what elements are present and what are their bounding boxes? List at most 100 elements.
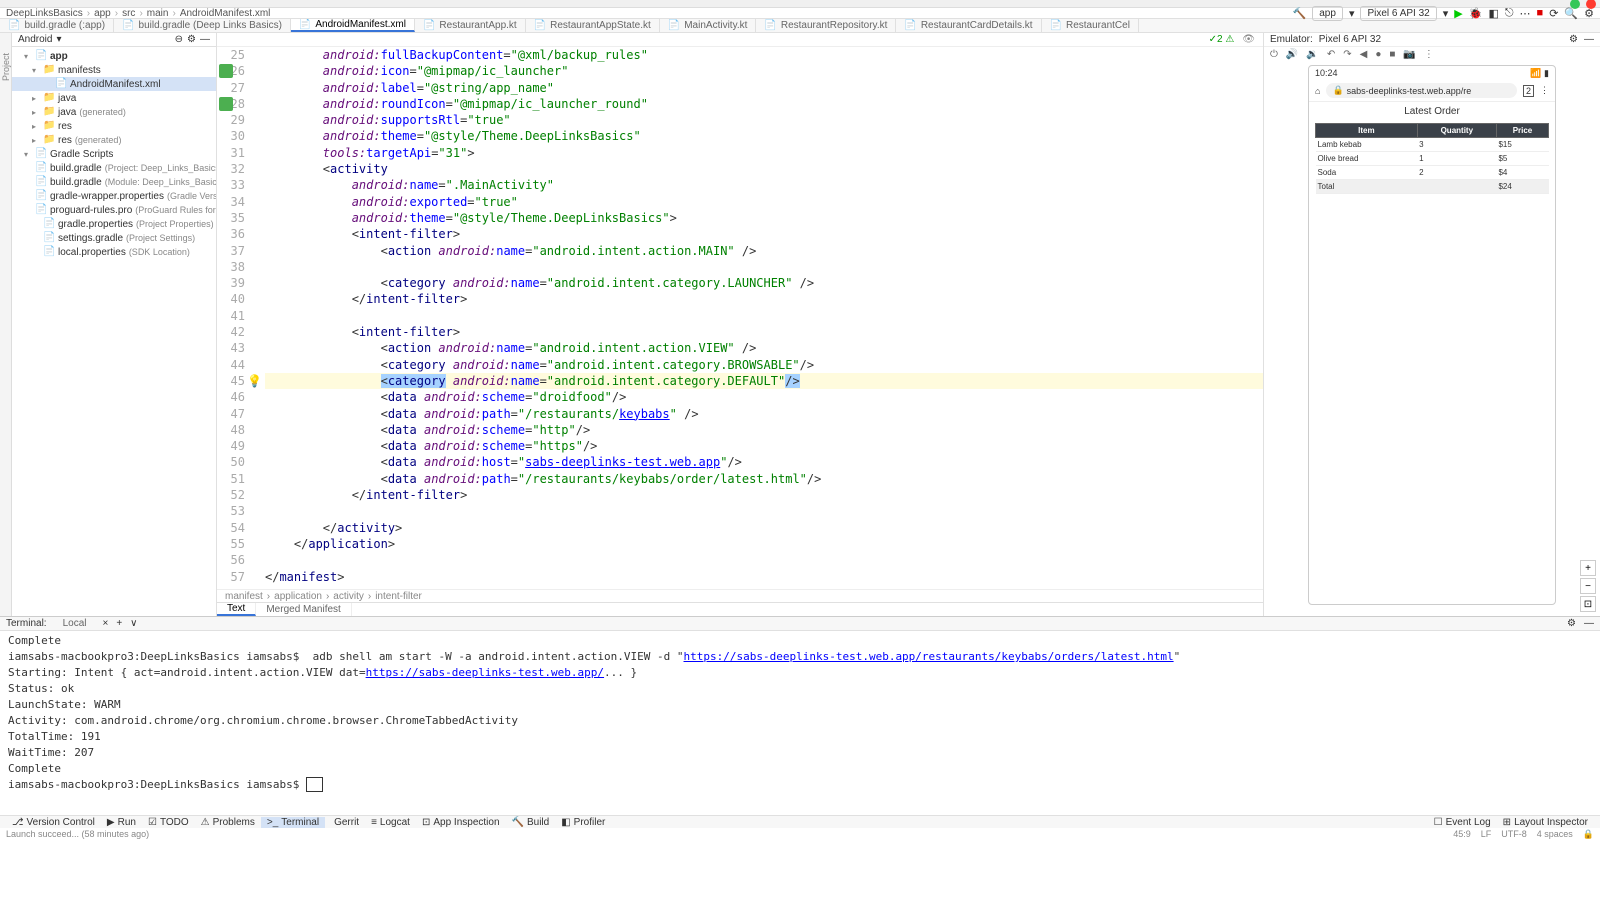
gear-icon[interactable]: ⚙ <box>1569 34 1578 45</box>
tree-item[interactable]: ▾📁manifests <box>12 63 216 77</box>
device-select[interactable]: Pixel 6 API 32 <box>1360 6 1436 21</box>
tool-window-button[interactable]: ◧Profiler <box>555 817 611 828</box>
collapse-icon[interactable]: ⊖ <box>175 34 183 45</box>
chevron-down-icon[interactable]: ∨ <box>130 618 137 629</box>
editor-tab[interactable]: 📄build.gradle (Deep Links Basics) <box>114 19 291 32</box>
tool-window-button[interactable]: ≡Logcat <box>365 817 416 828</box>
stop-icon[interactable]: ■ <box>1537 7 1544 19</box>
browser-home-icon[interactable]: ⌂ <box>1315 86 1320 96</box>
editor-tab[interactable]: 📄MainActivity.kt <box>660 19 757 32</box>
tool-window-button[interactable]: ▶Run <box>101 817 142 828</box>
lock-icon[interactable]: 🔒 <box>1583 829 1594 840</box>
breadcrumb-item[interactable]: src <box>122 8 135 19</box>
chevron-down-icon[interactable]: ▾ <box>56 34 61 45</box>
power-icon[interactable]: ⏻ <box>1270 49 1278 60</box>
breadcrumb-item[interactable]: app <box>94 8 111 19</box>
editor-tab[interactable]: 📄AndroidManifest.xml <box>291 19 415 32</box>
editor-tab[interactable]: 📄RestaurantCel <box>1042 19 1139 32</box>
tool-window-button[interactable]: ⚠Problems <box>195 817 261 828</box>
status-indicator[interactable]: 45:9 <box>1453 829 1471 840</box>
tool-window-button[interactable]: Gerrit <box>325 817 365 828</box>
tree-item[interactable]: ▾📄Gradle Scripts <box>12 147 216 161</box>
settings-icon[interactable]: ⚙ <box>1584 7 1594 20</box>
add-icon[interactable]: + <box>116 618 122 629</box>
tree-item[interactable]: 📄proguard-rules.pro (ProGuard Rules for … <box>12 203 216 217</box>
rotate-right-icon[interactable]: ↷ <box>1343 49 1351 60</box>
tool-window-button[interactable]: ⎇Version Control <box>6 817 101 828</box>
code-area[interactable]: android:fullBackupContent="@xml/backup_r… <box>265 47 1263 589</box>
editor-tab[interactable]: 📄RestaurantApp.kt <box>415 19 526 32</box>
overview-icon[interactable]: ■ <box>1389 49 1395 60</box>
tree-item[interactable]: 📄AndroidManifest.xml <box>12 77 216 91</box>
tree-item[interactable]: 📄settings.gradle (Project Settings) <box>12 231 216 245</box>
tool-window-stripe-left[interactable]: Project <box>0 33 12 616</box>
zoom-out-icon[interactable]: − <box>1580 578 1596 594</box>
status-indicator[interactable]: LF <box>1481 829 1492 840</box>
tool-window-button[interactable]: ⊡App Inspection <box>416 817 506 828</box>
run-icon[interactable]: ▶ <box>1454 7 1462 20</box>
volume-up-icon[interactable]: 🔊 <box>1286 49 1298 60</box>
tree-item[interactable]: 📄local.properties (SDK Location) <box>12 245 216 259</box>
chevron-down-icon[interactable]: ▾ <box>1443 7 1449 20</box>
inspection-widget[interactable]: ✓2 ⚠ <box>1209 34 1235 45</box>
hide-icon[interactable]: — <box>1584 618 1594 629</box>
attach-icon[interactable]: ⎋ <box>1505 7 1514 20</box>
editor-tab[interactable]: 📄RestaurantCardDetails.kt <box>896 19 1041 32</box>
home-icon[interactable]: ● <box>1375 49 1381 60</box>
status-indicator[interactable]: UTF-8 <box>1501 829 1527 840</box>
tool-window-button[interactable]: ⊞Layout Inspector <box>1497 817 1594 828</box>
zoom-in-icon[interactable]: + <box>1580 560 1596 576</box>
tree-item[interactable]: 📄build.gradle (Module: Deep_Links_Basics… <box>12 175 216 189</box>
more-icon[interactable]: ⋮ <box>1424 49 1434 60</box>
hide-icon[interactable]: — <box>200 34 210 45</box>
tree-item[interactable]: ▾📄app <box>12 49 216 63</box>
sync-icon[interactable]: ⟳ <box>1549 7 1558 20</box>
screenshot-icon[interactable]: 📷 <box>1403 49 1415 60</box>
project-tool-label[interactable]: Project <box>1 53 11 81</box>
editor-subtab[interactable]: Text <box>217 603 256 616</box>
editor-tab[interactable]: 📄RestaurantRepository.kt <box>756 19 896 32</box>
breadcrumb-item[interactable]: main <box>147 8 169 19</box>
gear-icon[interactable]: ⚙ <box>187 34 196 45</box>
tree-item[interactable]: 📄gradle.properties (Project Properties) <box>12 217 216 231</box>
terminal-tab[interactable]: Local <box>55 618 95 629</box>
volume-down-icon[interactable]: 🔉 <box>1306 49 1318 60</box>
hammer-icon[interactable]: 🔨 <box>1293 7 1307 20</box>
tree-item[interactable]: ▸📁java <box>12 91 216 105</box>
search-icon[interactable]: 🔍 <box>1564 7 1578 20</box>
editor-subtab[interactable]: Merged Manifest <box>256 603 351 616</box>
tool-window-button[interactable]: 🔨Build <box>506 817 556 828</box>
rotate-left-icon[interactable]: ↶ <box>1327 49 1335 60</box>
project-view-select[interactable]: Android <box>18 34 52 45</box>
close-icon[interactable]: × <box>102 618 108 629</box>
status-indicator[interactable]: 4 spaces <box>1537 829 1573 840</box>
menu-icon[interactable]: ⋮ <box>1540 85 1549 96</box>
more-icon[interactable]: ⋯ <box>1520 7 1531 20</box>
emulator-device[interactable]: Pixel 6 API 32 <box>1319 34 1381 45</box>
browser-url[interactable]: sabs-deeplinks-test.web.app/re <box>1347 86 1472 96</box>
gear-icon[interactable]: ⚙ <box>1567 618 1576 629</box>
code-breadcrumb[interactable]: manifest›application›activity›intent-fil… <box>217 589 1263 602</box>
tab-count[interactable]: 2 <box>1523 85 1534 97</box>
reader-mode-icon[interactable]: 👁 <box>1242 34 1255 45</box>
chevron-down-icon[interactable]: ▾ <box>1349 7 1355 20</box>
breadcrumb-item[interactable]: DeepLinksBasics <box>6 8 83 19</box>
tree-item[interactable]: ▸📁res (generated) <box>12 133 216 147</box>
run-config[interactable]: app <box>1312 6 1343 21</box>
back-icon[interactable]: ◀ <box>1360 49 1368 60</box>
terminal-output[interactable]: Completeiamsabs-macbookpro3:DeepLinksBas… <box>0 631 1600 815</box>
profiler-icon[interactable]: ◧ <box>1488 7 1498 20</box>
hide-icon[interactable]: — <box>1584 34 1594 45</box>
tree-item[interactable]: ▸📁res <box>12 119 216 133</box>
editor-tab[interactable]: 📄RestaurantAppState.kt <box>526 19 660 32</box>
breadcrumb-item[interactable]: AndroidManifest.xml <box>180 8 271 19</box>
tree-item[interactable]: 📄gradle-wrapper.properties (Gradle Versi… <box>12 189 216 203</box>
tool-window-button[interactable]: >_Terminal <box>261 817 325 828</box>
tool-window-button[interactable]: ☐Event Log <box>1428 817 1497 828</box>
editor-tab[interactable]: 📄build.gradle (:app) <box>0 19 114 32</box>
debug-icon[interactable]: 🐞 <box>1469 7 1483 20</box>
tree-item[interactable]: ▸📁java (generated) <box>12 105 216 119</box>
tree-item[interactable]: 📄build.gradle (Project: Deep_Links_Basic… <box>12 161 216 175</box>
tool-window-button[interactable]: ☑TODO <box>142 817 195 828</box>
emulator-screen[interactable]: 10:24 📶 ▮ ⌂ 🔒sabs-deeplinks-test.web.app… <box>1308 65 1556 605</box>
